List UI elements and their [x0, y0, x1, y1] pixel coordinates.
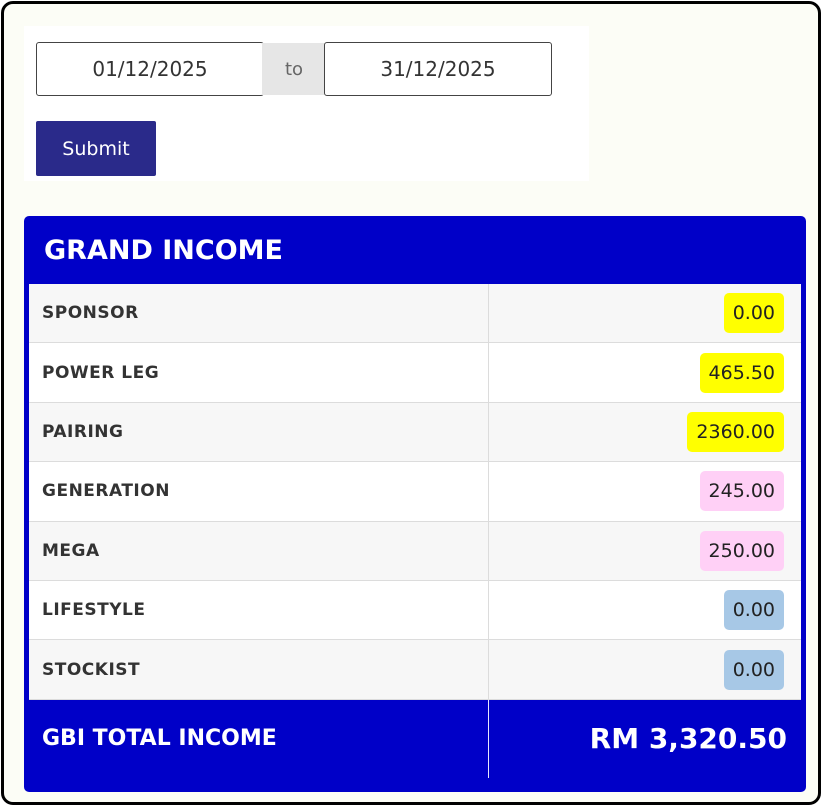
- income-value-badge: 0.00: [723, 649, 784, 690]
- date-range-separator: to: [262, 43, 326, 95]
- panel-title: GRAND INCOME: [44, 234, 283, 266]
- income-label: SPONSOR: [29, 284, 489, 343]
- income-row-pairing: PAIRING 2360.00: [29, 402, 801, 463]
- income-row-generation: GENERATION 245.00: [29, 462, 801, 522]
- total-income-row: GBI TOTAL INCOME RM 3,320.50: [29, 699, 801, 778]
- income-label: LIFESTYLE: [29, 580, 489, 640]
- total-income-label: GBI TOTAL INCOME: [29, 699, 489, 778]
- income-row-stockist: STOCKIST 0.00: [29, 640, 801, 700]
- income-label: POWER LEG: [29, 343, 489, 402]
- app-frame: to Submit GRAND INCOME SPONSOR 0.00 POWE…: [1, 1, 821, 805]
- income-label: PAIRING: [29, 402, 489, 462]
- income-row-sponsor: SPONSOR 0.00: [29, 284, 801, 344]
- income-value-badge: 465.50: [699, 352, 784, 393]
- income-label: MEGA: [29, 521, 489, 580]
- income-row-power-leg: POWER LEG 465.50: [29, 343, 801, 403]
- income-value-badge: 0.00: [723, 293, 784, 334]
- date-filter-form: to Submit: [24, 26, 589, 181]
- total-income-value: RM 3,320.50: [589, 722, 787, 756]
- date-from-input[interactable]: [36, 42, 264, 96]
- income-row-mega: MEGA 250.00: [29, 521, 801, 581]
- income-value-badge: 2360.00: [687, 411, 784, 452]
- income-label: GENERATION: [29, 462, 489, 521]
- income-row-lifestyle: LIFESTYLE 0.00: [29, 580, 801, 641]
- income-value-badge: 0.00: [723, 590, 784, 631]
- income-value-badge: 250.00: [699, 530, 784, 571]
- income-value-badge: 245.00: [699, 471, 784, 512]
- income-label: STOCKIST: [29, 640, 489, 699]
- grand-income-panel: GRAND INCOME SPONSOR 0.00 POWER LEG 465.…: [24, 216, 806, 792]
- date-to-input[interactable]: [324, 42, 552, 96]
- income-table: SPONSOR 0.00 POWER LEG 465.50 PAIRING 23…: [29, 284, 801, 700]
- submit-button[interactable]: Submit: [36, 121, 156, 176]
